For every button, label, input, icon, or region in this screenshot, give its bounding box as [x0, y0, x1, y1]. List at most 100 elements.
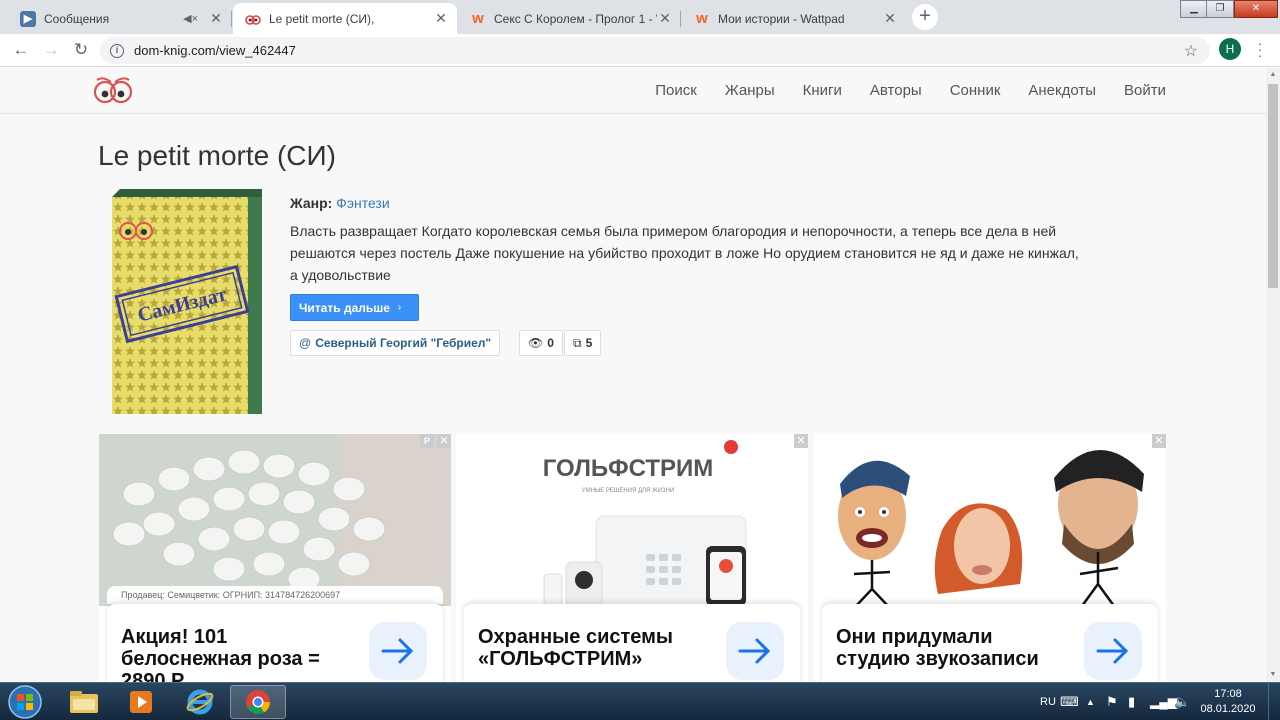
- tab-title: Мои истории - Wattpad: [718, 11, 845, 26]
- tab-messages[interactable]: ▶ Сообщения ◀× ✕: [8, 3, 232, 34]
- volume-icon[interactable]: 🔈: [1174, 683, 1190, 720]
- tab-wattpad-prologue[interactable]: w Секс С Королем - Пролог 1 - W ✕: [458, 3, 681, 34]
- eye-icon: 👁: [528, 336, 544, 350]
- battery-icon[interactable]: ▮: [1128, 683, 1135, 720]
- read-more-button[interactable]: Читать дальше ›: [290, 294, 419, 321]
- forward-icon[interactable]: →: [38, 38, 64, 62]
- close-icon[interactable]: ✕: [433, 10, 449, 27]
- keyboard-icon[interactable]: ⌨: [1060, 683, 1079, 720]
- language-indicator[interactable]: RU: [1040, 683, 1056, 720]
- ad-roses[interactable]: Продавец: Семицветик: ОГРНИП: 3147847262…: [99, 434, 451, 682]
- maximize-button[interactable]: ❐: [1206, 0, 1234, 18]
- nav-authors[interactable]: Авторы: [870, 82, 922, 99]
- scrollbar-thumb[interactable]: [1268, 84, 1278, 288]
- start-button[interactable]: [4, 684, 46, 720]
- action-center-flag-icon[interactable]: ⚑: [1106, 683, 1118, 720]
- profile-avatar[interactable]: H: [1219, 38, 1241, 60]
- genre-label: Жанр:: [290, 195, 333, 211]
- address-bar[interactable]: i dom-knig.com/view_462447 ☆: [100, 37, 1210, 64]
- vk-icon: ▶: [20, 10, 36, 27]
- site-navbar: Поиск Жанры Книги Авторы Сонник Анекдоты…: [0, 68, 1266, 114]
- back-icon[interactable]: ←: [8, 38, 34, 62]
- ad-card[interactable]: Они придумали студию звукозаписи: [822, 604, 1158, 682]
- ad-gulfstream[interactable]: ГОЛЬФСТРИМ УМНЫЕ РЕШЕНИЯ ДЛЯ ЖИЗНИ Охран…: [456, 434, 808, 682]
- scroll-up-icon[interactable]: ▲: [1266, 68, 1280, 82]
- close-icon[interactable]: ✕: [657, 10, 673, 27]
- browser-menu-icon[interactable]: · · ·: [1255, 36, 1265, 62]
- new-tab-button[interactable]: +: [912, 4, 938, 30]
- clock-date: 08.01.2020: [1200, 703, 1256, 715]
- file-explorer-icon[interactable]: [56, 685, 112, 719]
- gulfstream-brand: ГОЛЬФСТРИМ: [543, 455, 714, 482]
- browser-toolbar: ← → ↻ i dom-knig.com/view_462447 ☆: [0, 34, 1280, 67]
- page-scrollbar[interactable]: ▲ ▼: [1266, 68, 1280, 682]
- ad-close-icon[interactable]: ✕: [1152, 434, 1166, 448]
- media-player-icon[interactable]: [113, 685, 169, 719]
- book-cover[interactable]: СамИздат: [112, 189, 262, 414]
- close-icon[interactable]: ✕: [208, 10, 224, 27]
- ad-seller-info: Продавец: Семицветик: ОГРНИП: 3147847262…: [107, 586, 443, 604]
- book-genre-row: Жанр: Фэнтези: [290, 192, 1080, 214]
- ad-headline: Охранные системы «ГОЛЬФСТРИМ»: [478, 626, 674, 670]
- close-icon[interactable]: ✕: [882, 10, 898, 27]
- wattpad-icon: w: [696, 10, 708, 27]
- windows-taskbar: RU ⌨ ▲ ⚑ ▮ ▂▄▆ 🔈 17:08 08.01.2020: [0, 682, 1280, 720]
- internet-explorer-icon[interactable]: [172, 685, 228, 719]
- book-title: Le petit morte (СИ): [98, 140, 336, 171]
- chevron-right-icon: ›: [397, 302, 402, 313]
- owl-icon: [245, 11, 261, 27]
- url-text: dom-knig.com/view_462447: [134, 43, 296, 58]
- reload-icon[interactable]: ↻: [68, 38, 94, 62]
- nav-genres[interactable]: Жанры: [725, 82, 775, 99]
- gulfstream-promo-image: ГОЛЬФСТРИМ УМНЫЕ РЕШЕНИЯ ДЛЯ ЖИЗНИ: [456, 434, 808, 606]
- scroll-down-icon[interactable]: ▼: [1266, 668, 1280, 682]
- views-count: 0: [547, 336, 554, 350]
- minimize-button[interactable]: ▁: [1180, 0, 1208, 18]
- copy-icon: ⧉: [573, 335, 582, 350]
- ad-card[interactable]: Акция! 101 белоснежная роза = 2890 Р: [107, 604, 443, 682]
- at-icon: @: [299, 336, 312, 350]
- show-desktop-button[interactable]: [1268, 683, 1280, 720]
- site-nav-links: Поиск Жанры Книги Авторы Сонник Анекдоты…: [627, 82, 1166, 99]
- nav-search[interactable]: Поиск: [655, 82, 697, 99]
- show-hidden-icons[interactable]: ▲: [1086, 683, 1095, 720]
- author-link[interactable]: @ Северный Георгий "Гебриел": [290, 330, 501, 356]
- ad-badge[interactable]: P: [420, 434, 434, 448]
- info-icon[interactable]: i: [110, 43, 124, 58]
- chrome-icon[interactable]: [230, 685, 286, 719]
- tab-title: Сообщения: [44, 11, 110, 26]
- tab-title: Секс С Королем - Пролог 1 - W: [494, 11, 657, 26]
- views-counter: 👁 0: [519, 330, 563, 356]
- arrow-right-icon[interactable]: [369, 622, 427, 680]
- tab-le-petit-morte[interactable]: Le petit morte (СИ), ✕: [233, 3, 457, 34]
- gulfstream-tagline: УМНЫЕ РЕШЕНИЯ ДЛЯ ЖИЗНИ: [582, 488, 674, 494]
- nav-jokes[interactable]: Анекдоты: [1028, 82, 1096, 99]
- bookmark-star-icon[interactable]: ☆: [1184, 41, 1198, 61]
- ad-headline: Они придумали студию звукозаписи: [836, 626, 1039, 670]
- nav-dream-book[interactable]: Сонник: [950, 82, 1001, 99]
- read-more-label: Читать дальше: [299, 300, 390, 315]
- genre-link[interactable]: Фэнтези: [336, 195, 390, 211]
- web-page: Поиск Жанры Книги Авторы Сонник Анекдоты…: [0, 68, 1266, 682]
- tab-wattpad-my-stories[interactable]: w Мои истории - Wattpad ✕: [682, 3, 906, 34]
- speaker-muted-icon[interactable]: ◀×: [183, 12, 198, 25]
- ad-close-icon[interactable]: ✕: [437, 434, 451, 448]
- tab-title: Le petit morte (СИ),: [269, 11, 375, 26]
- window-close-button[interactable]: ✕: [1234, 0, 1278, 18]
- ad-card[interactable]: Охранные системы «ГОЛЬФСТРИМ»: [464, 604, 800, 682]
- studio-promo-image: [814, 434, 1166, 606]
- nav-login[interactable]: Войти: [1124, 82, 1166, 99]
- book-description: Власть развращает Когдато королевская се…: [290, 223, 1079, 283]
- browser-tab-strip: ▶ Сообщения ◀× ✕ Le petit morte (СИ), ✕ …: [0, 0, 1280, 34]
- arrow-right-icon[interactable]: [726, 622, 784, 680]
- ad-close-icon[interactable]: ✕: [794, 434, 808, 448]
- system-clock[interactable]: 17:08 08.01.2020: [1196, 687, 1260, 717]
- ad-recording-studio[interactable]: Они придумали студию звукозаписи ✕: [814, 434, 1166, 682]
- comments-counter: ⧉ 5: [564, 330, 602, 356]
- network-signal-icon[interactable]: ▂▄▆: [1150, 683, 1177, 720]
- roses-photo: [99, 434, 451, 606]
- arrow-right-icon[interactable]: [1084, 622, 1142, 680]
- site-logo-owl-icon[interactable]: [91, 74, 135, 106]
- nav-books[interactable]: Книги: [803, 82, 842, 99]
- author-name: Северный Георгий "Гебриел": [315, 336, 492, 350]
